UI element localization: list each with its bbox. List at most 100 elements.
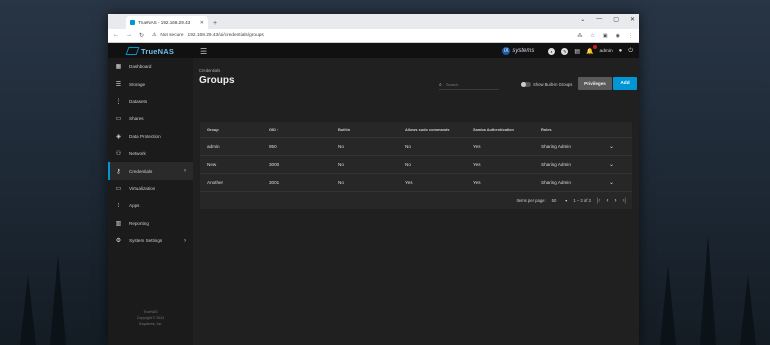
column-header-gid[interactable]: GID ↑ — [269, 127, 338, 132]
column-header-group[interactable]: Group — [200, 127, 269, 132]
column-header-roles[interactable]: Roles — [541, 127, 602, 132]
last-page-icon[interactable]: ›| — [622, 198, 626, 204]
cell-group: New — [207, 162, 217, 167]
maximize-button[interactable]: ▢ — [613, 16, 619, 23]
first-page-icon[interactable]: |‹ — [597, 198, 601, 204]
background-tree — [50, 255, 66, 345]
new-tab-button[interactable]: + — [213, 20, 217, 27]
cell-sudo: No — [405, 144, 411, 149]
add-button[interactable]: Add — [613, 77, 637, 90]
warning-icon[interactable]: ⚠ — [152, 33, 156, 38]
sidebar-item-shares[interactable]: ▭ Shares — [108, 110, 193, 127]
url-box[interactable]: ⚠ Not secure 192.168.29.43/ui/credential… — [152, 31, 577, 41]
cell-builtin: No — [338, 162, 344, 167]
truecommand-icon[interactable]: ◐ — [548, 47, 556, 55]
forward-icon[interactable]: → — [126, 32, 132, 39]
privileges-button[interactable]: Privileges — [578, 77, 612, 90]
sidebar-item-virtualization[interactable]: ▭ Virtualization — [108, 180, 193, 197]
cell-gid: 950 — [269, 144, 277, 149]
table-row[interactable]: admin 950 No No Yes Sharing Admin ⌄ — [200, 138, 632, 156]
translate-icon[interactable]: ⁂ — [577, 33, 582, 39]
network-icon: ⚇ — [115, 151, 122, 158]
table-row[interactable]: Another 3001 No Yes Yes Sharing Admin ⌄ — [200, 174, 632, 192]
monitor-icon: ▭ — [115, 185, 122, 192]
column-header-sudo[interactable]: Allows sudo commands — [405, 127, 473, 132]
key-icon: ⚷ — [116, 168, 121, 175]
datasets-icon: ⋮ — [115, 98, 122, 105]
chevron-right-icon: › — [184, 168, 186, 175]
column-header-samba[interactable]: Samba Authentication — [473, 127, 541, 132]
items-per-page-select[interactable]: 50 ▾ — [552, 198, 568, 203]
sidebar-item-network[interactable]: ⚇ Network — [108, 145, 193, 162]
shares-icon: ▭ — [115, 116, 122, 123]
user-menu[interactable]: admin — [600, 49, 613, 54]
star-icon[interactable]: ☆ — [590, 33, 594, 39]
search-icon: ⌕ — [439, 81, 442, 88]
chart-icon: ▥ — [115, 220, 122, 227]
sidebar-item-label: Apps — [129, 203, 140, 209]
sidebar-item-label: Virtualization — [129, 185, 156, 191]
tab-search-button[interactable]: ⌄ — [580, 16, 585, 23]
toggle-switch[interactable] — [521, 82, 531, 87]
logo-text: TrueNAS — [140, 46, 175, 56]
main-content: Credentials Groups ⌕ Search Show Built-i… — [193, 58, 639, 345]
dropdown-arrow-icon: ▾ — [565, 198, 568, 203]
extensions-icon[interactable]: ▣ — [603, 33, 608, 39]
sidebar-item-storage[interactable]: ☰ Storage — [108, 75, 193, 92]
jobs-icon[interactable]: ▤ — [574, 48, 580, 55]
column-header-builtin[interactable]: Builtin — [338, 127, 405, 132]
cell-builtin: No — [338, 180, 344, 185]
sidebar-item-dashboard[interactable]: ▦ Dashboard — [108, 58, 193, 75]
ix-badge-icon: iX — [502, 47, 511, 55]
profile-icon[interactable]: ◉ — [616, 33, 620, 39]
url-text[interactable]: 192.168.29.43/ui/credentials/groups — [188, 33, 264, 38]
search-input[interactable]: ⌕ Search — [439, 80, 499, 90]
show-builtin-toggle[interactable]: Show Built-in Groups — [521, 82, 572, 87]
expand-chevron-icon[interactable]: ⌄ — [602, 143, 621, 150]
cell-samba: Yes — [473, 162, 481, 167]
account-icon[interactable]: ● — [619, 48, 623, 54]
expand-chevron-icon[interactable]: ⌄ — [602, 179, 621, 186]
sidebar-item-reporting[interactable]: ▥ Reporting — [108, 215, 193, 232]
dashboard-icon: ▦ — [115, 64, 122, 71]
hamburger-menu-icon[interactable]: ☰ — [200, 47, 207, 56]
menu-icon[interactable]: ⋮ — [628, 33, 633, 39]
sidebar-footer: TrueNAS Copyright © 2024 iXsystems, Inc. — [108, 309, 193, 327]
close-tab-icon[interactable]: ✕ — [200, 20, 204, 26]
truenas-logo[interactable]: TrueNAS — [108, 47, 193, 56]
sidebar-item-apps[interactable]: ⁝ Apps — [108, 197, 193, 214]
ixsystems-logo[interactable]: iX systems — [502, 47, 534, 55]
tab-title: TrueNAS - 192.168.29.43 — [138, 20, 191, 25]
topbar-actions: ◐ ✎ ▤ 🔔 admin ● ⏻ — [548, 44, 633, 55]
browser-toolbar: ⁂ ☆ ▣ ◉ ⋮ — [577, 33, 633, 39]
previous-page-icon[interactable]: ‹ — [606, 198, 608, 204]
cell-samba: Yes — [473, 180, 481, 185]
sidebar-item-label: Reporting — [129, 220, 149, 226]
close-window-button[interactable]: ✕ — [630, 16, 635, 23]
sidebar-item-label: Datasets — [129, 98, 148, 104]
cell-gid: 3000 — [269, 162, 280, 167]
minimize-button[interactable]: — — [596, 16, 602, 23]
browser-tab[interactable]: TrueNAS - 192.168.29.43 ✕ — [126, 16, 208, 29]
sidebar-item-credentials[interactable]: ⚷ Credentials › — [108, 162, 193, 180]
power-icon[interactable]: ⏻ — [628, 48, 633, 55]
back-icon[interactable]: ← — [113, 32, 119, 39]
cell-roles: Sharing Admin — [541, 144, 571, 149]
sidebar-item-label: Dashboard — [129, 64, 152, 70]
notifications-bell-icon[interactable]: 🔔 — [586, 44, 597, 55]
app-topbar: TrueNAS ☰ iX systems ◐ ✎ ▤ 🔔 admin ● ⏻ — [108, 43, 639, 59]
sidebar-item-system-settings[interactable]: ⚙ System Settings › — [108, 232, 193, 249]
security-label[interactable]: Not secure — [160, 33, 183, 38]
sidebar-item-label: Credentials — [129, 168, 153, 174]
sidebar-item-data-protection[interactable]: ◈ Data Protection — [108, 128, 193, 145]
chevron-right-icon: › — [184, 237, 186, 244]
next-page-icon[interactable]: › — [614, 198, 616, 204]
feedback-icon[interactable]: ✎ — [561, 47, 569, 55]
cell-group: admin — [207, 144, 220, 149]
table-row[interactable]: New 3000 No No Yes Sharing Admin ⌄ — [200, 156, 632, 174]
breadcrumb[interactable]: Credentials — [199, 68, 220, 73]
reload-icon[interactable]: ↻ — [139, 32, 144, 39]
storage-icon: ☰ — [115, 81, 122, 88]
sidebar-item-datasets[interactable]: ⋮ Datasets — [108, 93, 193, 110]
expand-chevron-icon[interactable]: ⌄ — [602, 161, 621, 168]
